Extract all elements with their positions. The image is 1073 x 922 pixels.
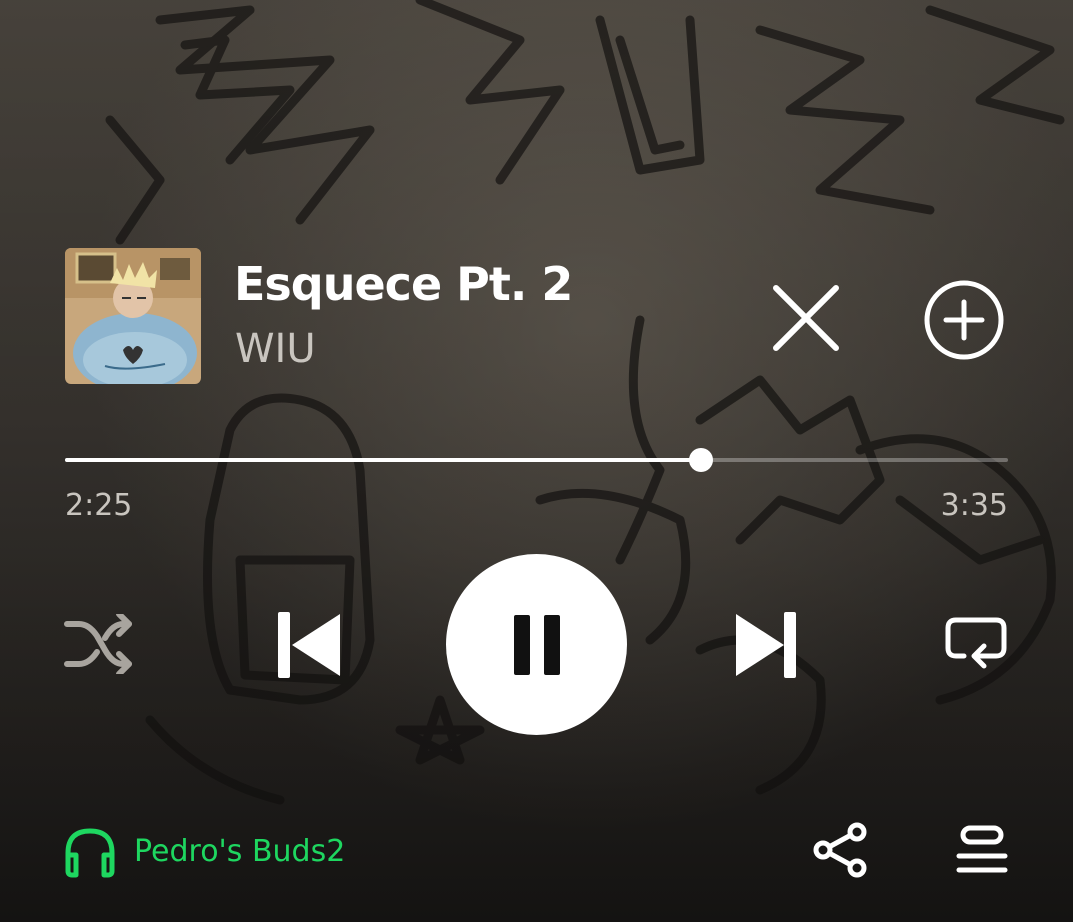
previous-button[interactable] (272, 606, 346, 682)
next-button[interactable] (730, 606, 802, 682)
skip-previous-icon (278, 612, 340, 678)
track-artist[interactable]: WIU (235, 326, 316, 372)
repeat-button[interactable] (942, 612, 1010, 676)
share-icon (813, 822, 867, 878)
pause-icon-bar (544, 615, 560, 675)
progress-bar[interactable] (65, 448, 1008, 472)
progress-thumb[interactable] (688, 448, 713, 472)
close-icon (773, 285, 839, 351)
device-name: Pedro's Buds2 (134, 833, 346, 869)
share-button[interactable] (813, 822, 869, 878)
track-title[interactable]: Esquece Pt. 2 (234, 257, 573, 311)
progress-fill (65, 458, 701, 462)
shuffle-button[interactable] (63, 611, 135, 677)
total-time: 3:35 (940, 488, 1008, 523)
current-time: 2:25 (65, 488, 133, 523)
pause-icon (514, 615, 530, 675)
queue-icon (956, 825, 1008, 873)
connected-device[interactable]: Pedro's Buds2 (62, 823, 345, 879)
add-circle-icon (924, 280, 1004, 360)
repeat-icon (945, 617, 1007, 669)
shuffle-icon (64, 611, 132, 677)
album-art (65, 248, 201, 384)
skip-next-icon (736, 612, 796, 678)
add-to-library-button[interactable] (922, 280, 1006, 360)
close-button[interactable] (770, 282, 842, 354)
queue-button[interactable] (955, 824, 1009, 876)
pause-button[interactable] (446, 554, 627, 735)
headphones-icon (65, 828, 115, 878)
